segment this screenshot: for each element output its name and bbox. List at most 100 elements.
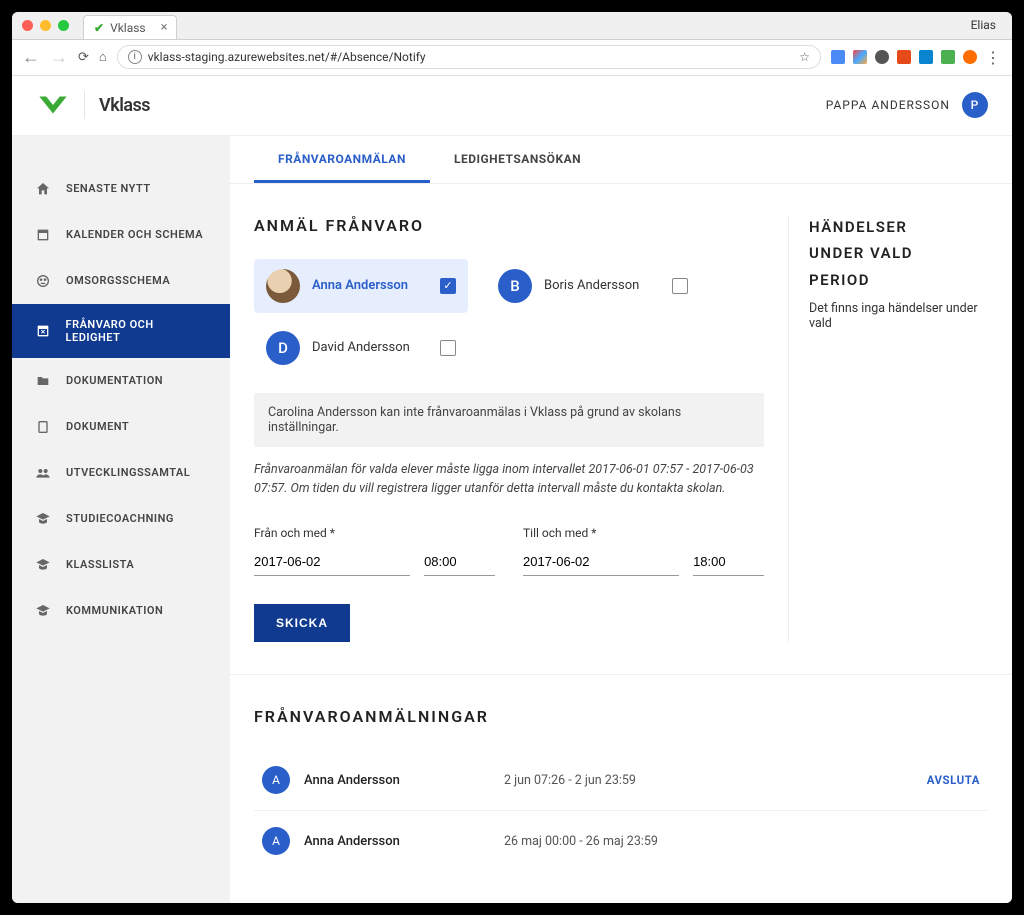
back-button[interactable]: ←	[22, 47, 40, 68]
grad-icon	[34, 510, 52, 528]
reload-button[interactable]: ⟳	[78, 50, 89, 65]
submit-button[interactable]: SKICKA	[254, 604, 350, 642]
student-avatar: B	[498, 269, 532, 303]
app-header: Vklass PAPPA ANDERSSON P	[12, 76, 1012, 136]
main-column: ANMÄL FRÅNVARO Anna Andersson ✓ B Boris And…	[254, 216, 764, 643]
student-checkbox[interactable]	[672, 278, 688, 294]
home-icon	[34, 180, 52, 198]
tab-1[interactable]: LEDIGHETSANSÖKAN	[430, 136, 605, 183]
window-controls	[22, 20, 69, 31]
user-name: PAPPA ANDERSSON	[826, 98, 950, 112]
to-label: Till och med *	[523, 526, 764, 540]
to-time-input[interactable]	[693, 548, 764, 576]
extension-icon[interactable]	[963, 50, 977, 64]
extension-icon[interactable]	[831, 50, 845, 64]
student-name: Boris Andersson	[544, 278, 660, 293]
extension-icon[interactable]	[875, 50, 889, 64]
datetime-row: Från och med * Till och med *	[254, 526, 764, 576]
tab-0[interactable]: FRÅNVAROANMÄLAN	[254, 136, 430, 183]
sidebar-item-label: DOKUMENTATION	[66, 374, 163, 387]
user-avatar[interactable]: P	[962, 92, 988, 118]
sidebar-item-label: SENASTE NYTT	[66, 182, 151, 195]
content: FRÅNVAROANMÄLANLEDIGHETSANSÖKAN ANMÄL FR…	[230, 136, 1012, 904]
close-window-button[interactable]	[22, 20, 33, 31]
events-empty-text: Det finns inga händelser under vald	[809, 301, 988, 331]
report-avatar: A	[262, 827, 290, 855]
bookmark-star-icon[interactable]: ☆	[799, 50, 810, 64]
extension-icon[interactable]	[941, 50, 955, 64]
extension-icon[interactable]	[919, 50, 933, 64]
app-body: SENASTE NYTT KALENDER OCH SCHEMA OMSORGSSC…	[12, 136, 1012, 904]
brand-logo-icon[interactable]	[36, 93, 70, 117]
student-avatar: D	[266, 331, 300, 365]
reports-title: FRÅNVAROANMÄLNINGAR	[254, 707, 988, 726]
sidebar-item-label: FRÅNVARO OCH LEDIGHET	[66, 318, 208, 344]
to-datetime-group: Till och med *	[523, 526, 764, 576]
header-user[interactable]: PAPPA ANDERSSON P	[826, 92, 988, 118]
to-date-input[interactable]	[523, 548, 679, 576]
browser-profile-label[interactable]: Elias	[971, 18, 1002, 32]
logo-divider	[84, 91, 85, 119]
sidebar-item-label: DOKUMENT	[66, 420, 129, 433]
events-title-l2: UNDER VALD	[809, 242, 988, 265]
student-name: Anna Andersson	[312, 278, 428, 293]
sidebar-item-9[interactable]: KOMMUNIKATION	[12, 588, 230, 634]
events-column: HÄNDELSER UNDER VALD PERIOD Det finns in…	[788, 216, 988, 643]
form-title: ANMÄL FRÅNVARO	[254, 216, 764, 235]
reports-section: FRÅNVAROANMÄLNINGAR AAnna Andersson2 jun…	[230, 674, 1012, 903]
brand-name[interactable]: Vklass	[99, 95, 150, 116]
student-card-2[interactable]: D David Andersson	[254, 321, 468, 375]
report-row-1: A Anna Andersson26 maj 00:00 - 26 maj 23:…	[254, 811, 988, 871]
sidebar-item-0[interactable]: SENASTE NYTT	[12, 166, 230, 212]
home-button[interactable]: ⌂	[99, 49, 107, 65]
from-date-input[interactable]	[254, 548, 410, 576]
sidebar-item-label: KLASSLISTA	[66, 558, 134, 571]
address-bar[interactable]: i vklass-staging.azurewebsites.net/#/Abs…	[117, 45, 821, 69]
report-action-button[interactable]: AVSLUTA	[927, 773, 980, 787]
forward-button[interactable]: →	[50, 47, 68, 68]
sidebar-item-1[interactable]: KALENDER OCH SCHEMA	[12, 212, 230, 258]
sidebar-item-5[interactable]: DOKUMENT	[12, 404, 230, 450]
mac-titlebar: ✔ Vklass × Elias	[12, 12, 1012, 40]
sidebar-item-6[interactable]: UTVECKLINGSSAMTAL	[12, 450, 230, 496]
browser-tab[interactable]: ✔ Vklass ×	[83, 15, 177, 39]
student-name: David Andersson	[312, 340, 428, 355]
site-info-icon[interactable]: i	[128, 50, 142, 64]
report-row-0: AAnna Andersson2 jun 07:26 - 2 jun 23:59…	[254, 750, 988, 811]
folder-icon	[34, 372, 52, 390]
doc-icon	[34, 418, 52, 436]
face-icon	[34, 272, 52, 290]
window-frame: ✔ Vklass × Elias ← → ⟳ ⌂ i vklass-stagin…	[12, 12, 1012, 904]
sidebar-item-2[interactable]: OMSORGSSCHEMA	[12, 258, 230, 304]
grad-icon	[34, 556, 52, 574]
minimize-window-button[interactable]	[40, 20, 51, 31]
from-time-input[interactable]	[424, 548, 495, 576]
sidebar-item-3[interactable]: FRÅNVARO OCH LEDIGHET	[12, 304, 230, 358]
sidebar-item-label: STUDIECOACHNING	[66, 512, 174, 525]
sidebar-item-4[interactable]: DOKUMENTATION	[12, 358, 230, 404]
student-card-1[interactable]: B Boris Andersson	[486, 259, 700, 313]
extension-icons: ⋮	[831, 48, 1002, 67]
sidebar-item-label: KALENDER OCH SCHEMA	[66, 228, 203, 241]
extension-icon[interactable]	[853, 50, 867, 64]
extension-icon[interactable]	[897, 50, 911, 64]
sidebar-item-8[interactable]: KLASSLISTA	[12, 542, 230, 588]
url-text: vklass-staging.azurewebsites.net/#/Absen…	[148, 50, 426, 64]
people-icon	[34, 464, 52, 482]
student-card-0[interactable]: Anna Andersson ✓	[254, 259, 468, 313]
sidebar-item-label: OMSORGSSCHEMA	[66, 274, 170, 287]
maximize-window-button[interactable]	[58, 20, 69, 31]
tab-close-icon[interactable]: ×	[161, 20, 168, 35]
student-checkbox[interactable]	[440, 340, 456, 356]
browser-menu-icon[interactable]: ⋮	[985, 48, 1002, 67]
url-bar: ← → ⟳ ⌂ i vklass-staging.azurewebsites.n…	[12, 40, 1012, 76]
tabbar: FRÅNVAROANMÄLANLEDIGHETSANSÖKAN	[230, 136, 1012, 184]
sidebar-item-7[interactable]: STUDIECOACHNING	[12, 496, 230, 542]
student-avatar	[266, 269, 300, 303]
student-checkbox[interactable]: ✓	[440, 278, 456, 294]
report-range: 2 jun 07:26 - 2 jun 23:59	[504, 773, 636, 788]
interval-note: Frånvaroanmälan för valda elever måste l…	[254, 461, 764, 499]
student-selector: Anna Andersson ✓ B Boris Andersson D David An…	[254, 259, 764, 375]
report-range: 26 maj 00:00 - 26 maj 23:59	[504, 834, 658, 849]
report-name: Anna Andersson	[304, 834, 504, 849]
